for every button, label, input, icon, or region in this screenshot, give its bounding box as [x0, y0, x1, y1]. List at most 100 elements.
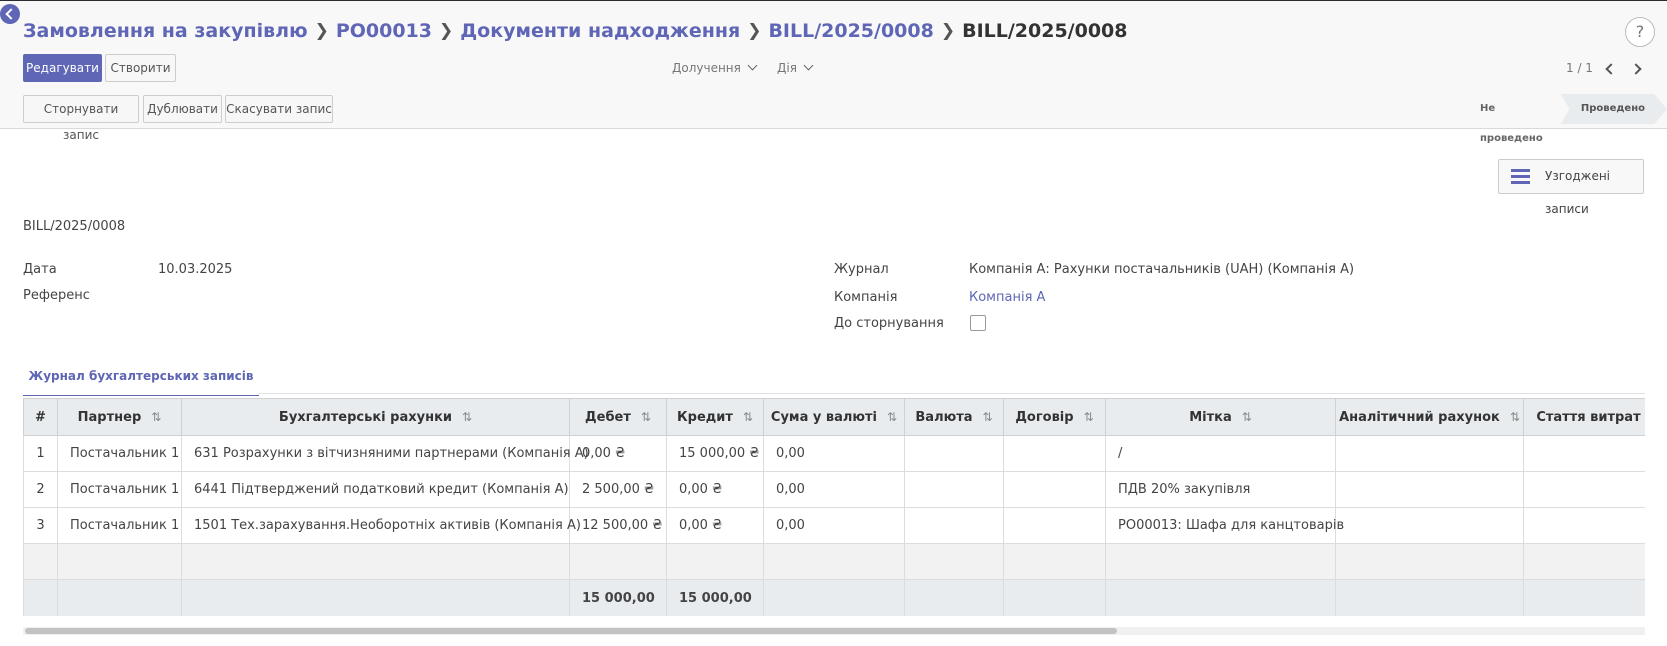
column-header-contract[interactable]: Договір ⇅	[1003, 398, 1106, 436]
cell-label: ПДВ 20% закупівля	[1105, 471, 1336, 508]
cell-debit: 2 500,00 ₴	[569, 471, 667, 508]
column-header-analytic-account[interactable]: Аналітичний рахунок ⇅	[1335, 398, 1524, 436]
cell-currency	[904, 507, 1004, 544]
action-dropdown[interactable]: Дія	[777, 60, 814, 75]
chevron-right-icon: ❯	[747, 21, 762, 41]
attachments-dropdown[interactable]: Долучення	[672, 60, 758, 75]
cell-debit: 0,00 ₴	[569, 435, 667, 472]
chevron-down-icon	[747, 60, 758, 71]
total-credit: 15 000,00	[666, 579, 764, 616]
cell-analytic-account	[1335, 507, 1524, 544]
date-label: Дата	[23, 262, 57, 277]
cell-currency	[904, 471, 1004, 508]
cell-amount-currency: 0,00	[763, 471, 905, 508]
table-row[interactable]: 3 Постачальник 1 1501 Тех.зарахування.Не…	[23, 507, 1645, 544]
reversal-label: До сторнування	[834, 316, 944, 331]
create-button[interactable]: Створити	[105, 54, 176, 82]
help-button[interactable]: ?	[1625, 17, 1655, 47]
cell-label: PO00013: Шафа для канцтоварів	[1105, 507, 1344, 544]
total-debit: 15 000,00	[569, 579, 667, 616]
cell-partner: Постачальник 1	[57, 435, 182, 472]
scrollbar-thumb[interactable]	[25, 628, 1117, 634]
cell-debit: 12 500,00 ₴	[569, 507, 667, 544]
cell-credit: 15 000,00 ₴	[666, 435, 764, 472]
cell-expense-item	[1523, 507, 1645, 544]
cell-partner: Постачальник 1	[57, 507, 182, 544]
cell-index: 2	[23, 471, 58, 508]
cell-account: 6441 Підтверджений податковий кредит (Ко…	[181, 471, 570, 508]
cell-amount-currency: 0,00	[763, 435, 905, 472]
pager-value[interactable]: 1 / 1	[1566, 61, 1593, 75]
column-header-index: #	[23, 398, 58, 436]
journal-field[interactable]: Компанія А: Рахунки постачальників (UAH)…	[969, 262, 1354, 277]
column-header-credit[interactable]: Кредит ⇅	[666, 398, 764, 436]
column-header-partner[interactable]: Партнер ⇅	[57, 398, 182, 436]
chevron-right-icon: ❯	[439, 21, 454, 41]
status-posted[interactable]: Проведено	[1560, 94, 1667, 124]
chevron-down-icon	[803, 60, 814, 71]
cell-contract	[1003, 471, 1106, 508]
horizontal-scrollbar[interactable]	[23, 627, 1645, 635]
sort-icon: ⇅	[1509, 409, 1520, 424]
column-header-amount-currency[interactable]: Сума у валюті ⇅	[763, 398, 905, 436]
cell-expense-item	[1523, 435, 1645, 472]
journal-label: Журнал	[834, 262, 889, 277]
column-header-account[interactable]: Бухгалтерські рахунки ⇅	[181, 398, 570, 436]
cell-analytic-account	[1335, 435, 1524, 472]
breadcrumb-item-bill[interactable]: BILL/2025/0008	[768, 20, 933, 42]
reconciled-entries-label: Узгоджені записи	[1545, 169, 1611, 216]
breadcrumb: Замовлення на закупівлю ❯ PO00013 ❯ Доку…	[23, 20, 1128, 42]
pager-previous-icon[interactable]	[1604, 63, 1614, 73]
tab-divider	[258, 393, 1645, 394]
sort-icon: ⇅	[982, 409, 993, 424]
totals-row: 15 000,00 15 000,00	[23, 579, 1645, 616]
cell-account: 1501 Тех.зарахування.Необоротніх активів…	[181, 507, 581, 544]
statusbar: Не проведено Проведено	[1466, 94, 1667, 144]
cell-partner: Постачальник 1	[57, 471, 182, 508]
sort-icon: ⇅	[1241, 409, 1252, 424]
column-header-label[interactable]: Мітка ⇅	[1105, 398, 1336, 436]
cell-index: 3	[23, 507, 58, 544]
column-header-debit[interactable]: Дебет ⇅	[569, 398, 667, 436]
sort-icon: ⇅	[742, 409, 753, 424]
journal-items-table: # Партнер ⇅ Бухгалтерські рахунки ⇅ Дебет ⇅…	[23, 398, 1645, 616]
record-name: BILL/2025/0008	[23, 219, 126, 234]
reference-label: Референс	[23, 288, 90, 303]
reverse-entry-button[interactable]: Сторнувати запис	[23, 95, 139, 142]
breadcrumb-item-receipt-docs[interactable]: Документи надходження	[460, 20, 740, 42]
cell-amount-currency: 0,00	[763, 507, 905, 544]
empty-row	[23, 543, 1645, 580]
breadcrumb-current: BILL/2025/0008	[962, 20, 1128, 42]
cell-expense-item	[1523, 471, 1645, 508]
company-link[interactable]: Компанія А	[969, 290, 1045, 305]
tab-journal-items[interactable]: Журнал бухгалтерських записів	[23, 366, 259, 396]
pager-next-icon[interactable]	[1632, 63, 1642, 73]
cell-currency	[904, 435, 1004, 472]
back-arrow-icon[interactable]	[0, 4, 20, 24]
cell-account: 631 Розрахунки з вітчизняними партнерами…	[181, 435, 589, 472]
status-draft[interactable]: Не проведено	[1466, 94, 1561, 144]
breadcrumb-item-po[interactable]: PO00013	[336, 20, 432, 42]
cancel-entry-button[interactable]: Скасувати запис	[225, 95, 333, 123]
reversal-checkbox[interactable]	[970, 315, 986, 331]
date-field[interactable]: 10.03.2025	[158, 262, 232, 277]
list-icon	[1511, 169, 1530, 184]
sort-icon: ⇅	[1083, 409, 1094, 424]
duplicate-button[interactable]: Дублювати	[143, 95, 222, 123]
cell-contract	[1003, 435, 1106, 472]
breadcrumb-item-purchase-orders[interactable]: Замовлення на закупівлю	[23, 20, 308, 42]
reconciled-entries-button[interactable]: Узгоджені записи	[1498, 159, 1644, 216]
table-header-row: # Партнер ⇅ Бухгалтерські рахунки ⇅ Дебет ⇅…	[23, 398, 1645, 436]
edit-button[interactable]: Редагувати	[23, 54, 102, 82]
column-header-expense-item[interactable]: Стаття витрат⇅	[1523, 398, 1645, 436]
sort-icon: ⇅	[887, 409, 898, 424]
table-row[interactable]: 1 Постачальник 1 631 Розрахунки з вітчиз…	[23, 435, 1645, 472]
table-row[interactable]: 2 Постачальник 1 6441 Підтверджений пода…	[23, 471, 1645, 508]
column-header-currency[interactable]: Валюта ⇅	[904, 398, 1004, 436]
attachments-dropdown-label: Долучення	[672, 61, 741, 75]
cell-contract	[1003, 507, 1106, 544]
control-panel: Замовлення на закупівлю ❯ PO00013 ❯ Доку…	[0, 1, 1667, 144]
cell-label: /	[1105, 435, 1336, 472]
cell-analytic-account	[1335, 471, 1524, 508]
sort-icon: ⇅	[640, 409, 651, 424]
